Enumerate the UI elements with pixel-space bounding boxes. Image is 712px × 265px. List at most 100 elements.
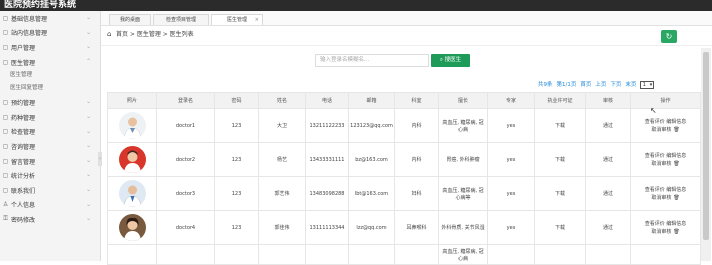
pager-next[interactable]: 下页 (610, 82, 621, 88)
sidebar-item-site-info[interactable]: ▢ 站内信息管理 ⌄ (0, 26, 100, 41)
cancel-review-link[interactable]: 取消审核 (651, 161, 671, 167)
cancel-review-link[interactable]: 取消审核 (651, 195, 671, 201)
search-input[interactable]: 输入登录名模糊名... (315, 54, 429, 67)
sidebar-item-profile[interactable]: ♙ 个人信息 ⌄ (0, 198, 100, 213)
chevron-up-icon: ⌃ (86, 57, 92, 65)
sidebar-item-consult[interactable]: ▢ 咨询管理 ⌄ (0, 139, 100, 154)
table-row: doctor2 123 杨艺 13433331111 bz@163.com 内科… (107, 142, 701, 177)
delete-icon[interactable]: 🗑 (673, 229, 679, 235)
grid-icon: ▢ (2, 113, 9, 121)
grid-icon: ▢ (2, 29, 9, 37)
sidebar-subitem-doctor-reply[interactable]: 医生回复管理 (0, 82, 100, 95)
chevron-down-icon: ⌄ (86, 98, 92, 106)
grid-icon: ▢ (2, 186, 9, 194)
pager-page: 第1/1页 (556, 82, 577, 88)
grid-icon: ▢ (2, 128, 9, 136)
sidebar-item-stats[interactable]: ▢ 统计分析 ⌄ (0, 168, 100, 183)
grid-icon: ▢ (2, 172, 9, 180)
breadcrumb: ⌂ 首页 > 医生管理 > 医生列表 (101, 26, 712, 46)
view-edit-links[interactable]: 查看评价 编辑信息 (632, 118, 699, 126)
close-icon[interactable]: × (255, 15, 259, 25)
doctor-photo (118, 214, 146, 241)
sidebar-item-doctors[interactable]: ▢ 医生管理 ⌃ (0, 55, 100, 70)
sidebar-item-messages[interactable]: ▢ 留言管理 ⌄ (0, 154, 100, 169)
doctor-photo (118, 146, 146, 173)
chevron-down-icon: ⌄ (86, 43, 92, 51)
chevron-down-icon: ⌄ (86, 28, 92, 36)
grid-icon: ▢ (2, 99, 9, 107)
pager-last[interactable]: 末页 (625, 82, 636, 88)
view-edit-links[interactable]: 查看评价 编辑信息 (632, 152, 699, 160)
grid-icon: ▢ (2, 43, 9, 51)
col-skill: 擅长 (438, 92, 488, 109)
sidebar-item-contact[interactable]: ▢ 联系我们 ⌄ (0, 183, 100, 198)
sidebar-item-password[interactable]: ⚿ 密码修改 ⌄ (0, 212, 100, 227)
pager-prev[interactable]: 上页 (595, 82, 606, 88)
chevron-down-icon: ⌄ (86, 112, 92, 120)
sidebar-collapse-handle[interactable]: ‹ (98, 152, 102, 166)
chevron-down-icon: ⌄ (86, 127, 92, 135)
cancel-review-link[interactable]: 取消审核 (651, 229, 671, 235)
sidebar-item-appointments[interactable]: ▢ 预约管理 ⌄ (0, 95, 100, 110)
table-row: doctor1 123 大卫 13211122233 123123@qq.com… (107, 108, 701, 143)
pager-first[interactable]: 首页 (580, 82, 591, 88)
page-select[interactable]: 1 ▾ (640, 81, 655, 89)
license-download-link[interactable]: 下载 (534, 210, 586, 245)
col-email: 邮箱 (348, 92, 395, 109)
grid-icon: ▢ (2, 142, 9, 150)
table-row: 高血压, 糖尿病, 冠心病 (107, 244, 701, 265)
chevron-down-icon: ⌄ (86, 171, 92, 179)
sidebar-item-users[interactable]: ▢ 用户管理 ⌄ (0, 40, 100, 55)
sidebar-subitem-doctor-manage[interactable]: 医生管理 (0, 69, 100, 82)
sidebar-item-basic-info[interactable]: ▢ 基础信息管理 ⌄ (0, 11, 100, 26)
col-status: 审核 (585, 92, 631, 109)
col-expert: 专家 (487, 92, 535, 109)
pager-total: 共9条 (538, 82, 553, 88)
chevron-down-icon: ⌄ (86, 185, 92, 193)
col-name: 姓名 (258, 92, 306, 109)
lock-icon: ⚿ (3, 215, 8, 223)
table-header-row: 照片 登录名 密码 姓名 电话 邮箱 科室 擅长 专家 执业许可证 审核 操作 (107, 92, 701, 109)
pager: 共9条 第1/1页 首页 上页 下页 末页 1 ▾ (538, 81, 658, 90)
tab-exam-items[interactable]: 检查项目管理 (153, 14, 209, 25)
delete-icon[interactable]: 🗑 (673, 195, 679, 201)
refresh-button[interactable]: ↻ (661, 30, 677, 43)
license-download-link[interactable]: 下载 (534, 108, 586, 143)
tab-doctor-manage[interactable]: 医生管理 × (211, 14, 263, 25)
doctor-table: 照片 登录名 密码 姓名 电话 邮箱 科室 擅长 专家 执业许可证 审核 操作 … (107, 92, 701, 265)
license-download-link[interactable]: 下载 (534, 176, 586, 211)
tab-desktop[interactable]: 我的桌面 (109, 14, 151, 25)
grid-icon: ▢ (2, 58, 9, 66)
col-login: 登录名 (156, 92, 215, 109)
grid-icon: ▢ (2, 14, 9, 22)
home-icon: ⌂ (107, 30, 112, 38)
col-password: 密码 (214, 92, 259, 109)
sidebar-item-exams[interactable]: ▢ 检查管理 ⌄ (0, 125, 100, 140)
grid-icon: ▢ (2, 157, 9, 165)
col-license: 执业许可证 (534, 92, 586, 109)
chevron-down-icon: ⌄ (86, 156, 92, 164)
cancel-review-link[interactable]: 取消审核 (651, 127, 671, 133)
scrollbar[interactable] (701, 48, 711, 261)
sidebar-item-drugs[interactable]: ▢ 药种管理 ⌄ (0, 110, 100, 125)
col-ops: 操作 (630, 92, 701, 109)
search-button[interactable]: ⌕ 搜医生 (431, 54, 470, 67)
mouse-cursor-icon: ↖ (650, 106, 657, 115)
view-edit-links[interactable]: 查看评价 编辑信息 (632, 186, 699, 194)
app-header: 医院预约挂号系统 (0, 0, 712, 11)
license-download-link[interactable]: 下载 (534, 142, 586, 177)
sidebar: ▢ 基础信息管理 ⌄ ▢ 站内信息管理 ⌄ ▢ 用户管理 ⌄ ▢ 医生管理 ⌃ 医生管理 医生回… (0, 11, 101, 261)
view-edit-links[interactable]: 查看评价 编辑信息 (632, 220, 699, 228)
scrollbar-thumb[interactable] (703, 52, 709, 240)
doctor-photo (118, 112, 146, 139)
refresh-icon: ↻ (665, 32, 673, 41)
delete-icon[interactable]: 🗑 (673, 127, 679, 133)
chevron-down-icon: ⌄ (86, 142, 92, 150)
chevron-down-icon: ⌄ (86, 14, 92, 21)
app-title: 医院预约挂号系统 (4, 0, 77, 10)
doctor-photo (118, 180, 146, 207)
col-dept: 科室 (394, 92, 439, 109)
chevron-down-icon: ⌄ (86, 200, 92, 208)
delete-icon[interactable]: 🗑 (673, 161, 679, 167)
table-row: doctor4 123 郭佳伟 13111113344 lzz@qq.com 耳… (107, 210, 701, 245)
